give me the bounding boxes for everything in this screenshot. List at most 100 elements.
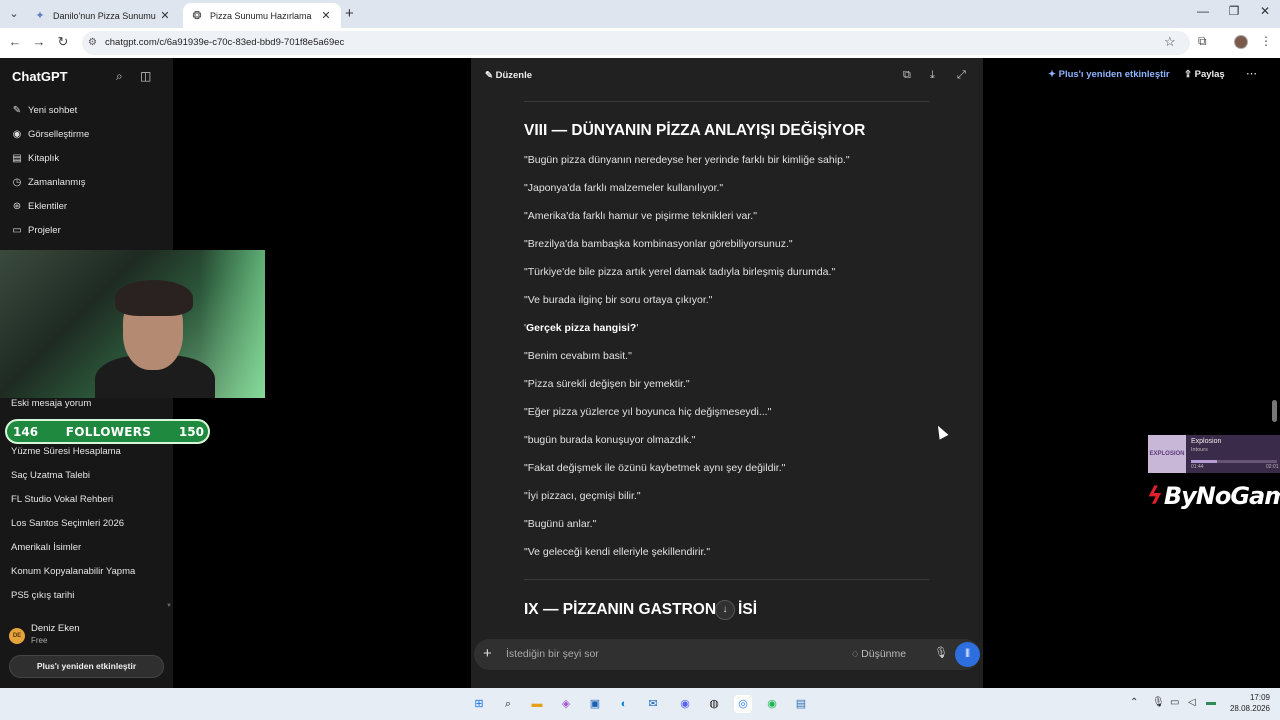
thinking-toggle[interactable]: ◌ Düşünme (852, 648, 906, 660)
plus-link-label: Plus'ı yeniden etkinleştir (1058, 69, 1170, 80)
microphone-icon[interactable]: 🎙 (934, 646, 948, 659)
chat-item[interactable]: Konum Kopyalanabilir Yapma (11, 566, 135, 577)
sidebar-toggle-icon[interactable]: ◫ (140, 69, 151, 83)
chatgpt-icon: ❂ (192, 9, 202, 22)
text-line-bold: 'Gerçek pizza hangisi?' (524, 322, 638, 334)
sidebar-item-images[interactable]: ◉ Görselleştirme (11, 124, 90, 144)
tray-chevron-icon[interactable]: ⌃ (1130, 697, 1138, 708)
tab-chatgpt[interactable]: ❂ Pizza Sunumu Hazırlama ✕ (183, 3, 341, 28)
now-playing-widget: EXPLOSION Explosion Intours 01:44 02:01 (1148, 435, 1280, 473)
brand-title[interactable]: ChatGPT (12, 69, 68, 84)
share-icon: ⇪ (1184, 69, 1192, 80)
prompt-input[interactable]: İstediğin bir şeyi sor (506, 648, 599, 660)
back-icon[interactable]: ← (6, 34, 24, 49)
chat-item[interactable]: Eski mesaja yorum (11, 398, 91, 409)
avatar: DE (9, 628, 25, 644)
text-line: "Benim cevabım basit." (524, 350, 632, 362)
sidebar-item-library[interactable]: ▤ Kitaplık (11, 148, 59, 168)
more-options-icon[interactable]: ⋯ (1246, 67, 1257, 80)
discord-icon[interactable]: ◉ (676, 695, 694, 713)
tab-search-icon[interactable]: ⌄ (4, 5, 24, 23)
outlook-icon[interactable]: ✉ (644, 695, 662, 713)
text-line: "Türkiye'de bile pizza artık yerel damak… (524, 266, 836, 278)
text-line: "İyi pizzacı, geçmişi bilir." (524, 490, 641, 502)
voice-mode-button[interactable]: ⦀ (955, 642, 980, 667)
forward-icon[interactable]: → (30, 34, 48, 49)
edge-icon[interactable]: ◐ (615, 695, 633, 713)
search-icon[interactable]: ⌕ (499, 695, 517, 713)
download-icon[interactable]: ⤓ (930, 69, 935, 82)
reactivate-plus-link[interactable]: ✦ Plus'ı yeniden etkinleştir (1048, 69, 1170, 80)
new-tab-button[interactable]: + (345, 5, 354, 22)
user-plan: Free (31, 636, 48, 645)
system-clock[interactable]: 17:09 28.08.2026 (1222, 692, 1270, 714)
reload-icon[interactable]: ↻ (54, 34, 72, 50)
notepad-icon[interactable]: ▤ (792, 695, 810, 713)
nav-label: Kitaplık (28, 152, 60, 164)
close-window-icon[interactable]: ✕ (1250, 4, 1280, 18)
webcam-person-hair (115, 280, 193, 316)
url-text: chatgpt.com/c/6a91939e-c70c-83ed-bbd9-70… (105, 37, 345, 48)
text-line: "Pizza sürekli değişen bir yemektir." (524, 378, 690, 390)
add-attachment-icon[interactable]: + (483, 645, 492, 662)
chat-item[interactable]: Los Santos Seçimleri 2026 (11, 518, 124, 529)
upgrade-plus-button[interactable]: Plus'ı yeniden etkinleştir (9, 655, 164, 678)
browser-menu-icon[interactable]: ⋮ (1260, 34, 1272, 48)
search-icon[interactable]: ⌕ (116, 69, 123, 84)
folder-icon: ▭ (12, 224, 22, 236)
sidebar-item-new-chat[interactable]: ✎ Yeni sohbet (11, 100, 78, 120)
sidebar-item-scheduled[interactable]: ◷ Zamanlanmış (11, 172, 86, 192)
app-icon[interactable]: ◍ (705, 695, 723, 713)
battery-icon[interactable]: ▬ (1206, 697, 1216, 708)
expand-icon[interactable]: ⤢ (957, 69, 966, 82)
clock-icon: ◷ (12, 176, 22, 188)
copy-icon[interactable]: ⧉ (903, 69, 911, 82)
track-title: Explosion (1191, 438, 1222, 445)
minimize-icon[interactable]: — (1188, 4, 1218, 18)
chat-item[interactable]: Yüzme Süresi Hesaplama (11, 446, 121, 457)
edit-label: Düzenle (495, 70, 533, 81)
file-explorer-icon[interactable]: ▬ (528, 695, 546, 713)
windows-start-icon[interactable]: ⊞ (470, 695, 488, 713)
text-line: "Bugün pizza dünyanın neredeyse her yeri… (524, 154, 850, 166)
extensions-icon[interactable]: ⧉ (1198, 34, 1207, 49)
user-menu[interactable]: DE Deniz Eken Free (9, 623, 159, 653)
copilot-icon[interactable]: ◈ (557, 695, 575, 713)
store-icon[interactable]: ▣ (586, 695, 604, 713)
tab-gemini[interactable]: ✦ Danilo'nun Pizza Sunumu - Gem ✕ (26, 3, 180, 28)
sparkle-icon: ✦ (1048, 69, 1056, 80)
bookmark-star-icon[interactable]: ☆ (1164, 34, 1176, 50)
restore-icon[interactable]: ❐ (1219, 4, 1249, 18)
chat-item[interactable]: Amerikalı İsimler (11, 542, 81, 553)
chat-item[interactable]: FL Studio Vokal Rehberi (11, 494, 113, 505)
text-line: "Ve burada ilginç bir soru ortaya çıkıyo… (524, 294, 713, 306)
page-scrollbar[interactable] (1272, 400, 1277, 422)
chat-item[interactable]: Saç Uzatma Talebi (11, 470, 90, 481)
sidebar-item-projects[interactable]: ▭ Projeler (11, 220, 60, 240)
site-info-icon[interactable]: ⚙ (88, 31, 97, 55)
close-icon[interactable]: ✕ (158, 9, 172, 22)
network-icon[interactable]: ▭ (1170, 697, 1179, 708)
mic-tray-icon[interactable]: 🎙 (1152, 697, 1165, 708)
tab-strip: ⌄ ✦ Danilo'nun Pizza Sunumu - Gem ✕ ❂ Pi… (0, 0, 1280, 28)
chrome-icon[interactable]: ◎ (734, 695, 752, 713)
clock-time: 17:09 (1249, 693, 1270, 702)
followers-goal: 150 (178, 424, 204, 439)
scroll-down-button[interactable]: ↓ (715, 600, 735, 620)
library-icon: ▤ (12, 152, 22, 164)
text-line: "Brezilya'da bambaşka kombinasyonlar gör… (524, 238, 793, 250)
spotify-icon[interactable]: ◉ (763, 695, 781, 713)
share-button[interactable]: ⇪ Paylaş (1184, 69, 1225, 80)
volume-icon[interactable]: ◁ (1188, 697, 1196, 708)
close-icon[interactable]: ✕ (319, 9, 333, 22)
next-title-head: IX — PİZZANIN GASTRON (524, 601, 717, 618)
edit-icon: ✎ (12, 104, 22, 116)
sidebar-item-plugins[interactable]: ⊛ Eklentiler (11, 196, 67, 216)
edit-button[interactable]: ✎ Düzenle (485, 70, 532, 81)
chat-item[interactable]: PS5 çıkış tarihi (11, 590, 74, 601)
sidebar-scroll-arrow[interactable]: ▼ (166, 603, 172, 609)
url-field[interactable]: ⚙ chatgpt.com/c/6a91939e-c70c-83ed-bbd9-… (82, 31, 1190, 55)
followers-label: FOLLOWERS (65, 424, 152, 439)
profile-avatar[interactable] (1234, 35, 1248, 49)
divider (524, 579, 929, 580)
